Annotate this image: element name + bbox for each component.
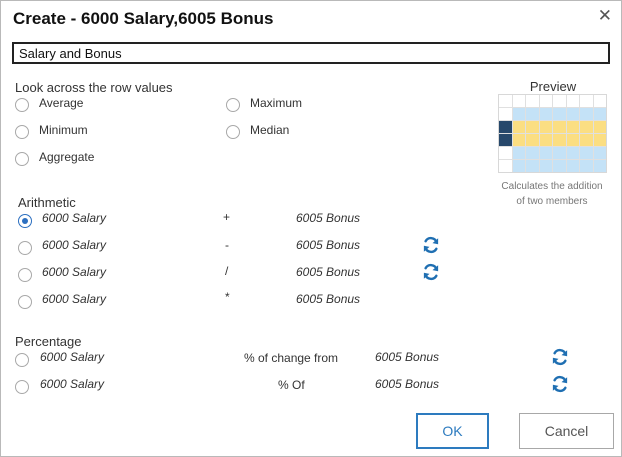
arith-operator: - (225, 238, 229, 252)
option-label-average: Average (39, 96, 84, 110)
cancel-button[interactable]: Cancel (519, 413, 614, 449)
arithmetic-label: Arithmetic (18, 195, 76, 210)
radio-minimum[interactable] (15, 125, 29, 139)
radio-arith-add[interactable] (18, 214, 32, 228)
preview-title: Preview (529, 79, 577, 94)
row-values-label: Look across the row values (15, 80, 173, 95)
pct-left-member: 6000 Salary (40, 350, 105, 364)
pct-right-member: 6005 Bonus (375, 377, 440, 391)
radio-aggregate[interactable] (15, 152, 29, 166)
radio-pct-of[interactable] (15, 380, 29, 394)
radio-average[interactable] (15, 98, 29, 112)
arith-operator: + (223, 210, 231, 224)
percentage-label: Percentage (15, 334, 82, 349)
preview-note-line2: of two members (516, 196, 588, 207)
radio-arith-multiply[interactable] (18, 295, 32, 309)
arith-left-member: 6000 Salary (42, 211, 107, 225)
arith-right-member: 6005 Bonus (296, 265, 361, 279)
refresh-swap-icon[interactable] (551, 375, 569, 393)
calculation-name-input[interactable] (12, 42, 610, 64)
arith-right-member: 6005 Bonus (296, 292, 361, 306)
pct-operator: % of change from (244, 351, 339, 365)
refresh-swap-icon[interactable] (422, 263, 440, 281)
radio-maximum[interactable] (226, 98, 240, 112)
refresh-swap-icon[interactable] (551, 348, 569, 366)
refresh-swap-icon[interactable] (422, 236, 440, 254)
arith-operator: / (225, 264, 229, 278)
pct-operator: % Of (278, 378, 305, 392)
arith-operator: * (225, 290, 230, 304)
radio-median[interactable] (226, 125, 240, 139)
option-label-minimum: Minimum (39, 123, 88, 137)
dialog-title: Create - 6000 Salary,6005 Bonus (13, 9, 274, 28)
arith-left-member: 6000 Salary (42, 265, 107, 279)
preview-grid (498, 94, 607, 173)
preview-description: Calculates the addition of two members (488, 179, 616, 209)
arith-right-member: 6005 Bonus (296, 211, 361, 225)
arith-right-member: 6005 Bonus (296, 238, 361, 252)
radio-arith-divide[interactable] (18, 268, 32, 282)
preview-note-line1: Calculates the addition (501, 181, 603, 192)
option-label-aggregate: Aggregate (39, 150, 95, 164)
pct-left-member: 6000 Salary (40, 377, 105, 391)
radio-pct-change[interactable] (15, 353, 29, 367)
arith-left-member: 6000 Salary (42, 292, 107, 306)
create-calculation-dialog: Create - 6000 Salary,6005 Bonus ✕ Look a… (0, 0, 622, 457)
ok-button[interactable]: OK (416, 413, 489, 449)
radio-arith-subtract[interactable] (18, 241, 32, 255)
close-icon[interactable]: ✕ (598, 5, 612, 27)
arith-left-member: 6000 Salary (42, 238, 107, 252)
pct-right-member: 6005 Bonus (375, 350, 440, 364)
option-label-maximum: Maximum (250, 96, 303, 110)
option-label-median: Median (250, 123, 290, 137)
